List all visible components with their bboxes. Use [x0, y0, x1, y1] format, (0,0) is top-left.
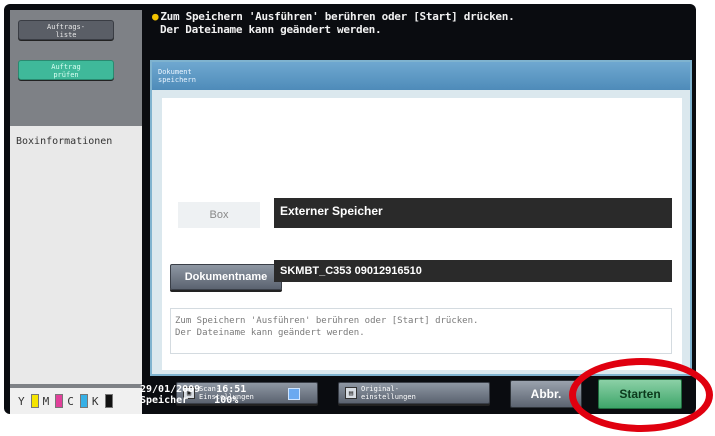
dialog-content: Box Externer Speicher Dokumentname SKMBT…	[162, 98, 682, 404]
original-settings-icon: ▤	[345, 387, 357, 399]
document-name-button[interactable]: Dokumentname	[170, 264, 282, 290]
info-message-line2: Der Dateiname kann geändert werden.	[175, 328, 365, 338]
toner-k-label: K	[91, 394, 99, 408]
memory-value: 100%	[214, 395, 239, 406]
box-info-panel[interactable]: Boxinformationen	[10, 126, 142, 384]
highlight-circle	[569, 358, 713, 432]
document-name-value: SKMBT_C353 09012916510	[274, 260, 672, 282]
job-list-button[interactable]: Auftrags- liste	[18, 20, 114, 40]
box-info-label: Boxinformationen	[16, 136, 113, 147]
box-value: Externer Speicher	[274, 198, 672, 228]
box-label: Box	[178, 202, 260, 228]
lightbulb-icon: ●	[152, 10, 159, 23]
original-settings-button[interactable]: ▤ Original- einstellungen	[338, 382, 490, 404]
job-check-button[interactable]: Auftrag prüfen	[18, 60, 114, 80]
device-screen: Auftrags- liste Auftrag prüfen Boxinform…	[4, 4, 696, 414]
header-message-line2: Der Dateiname kann geändert werden.	[160, 23, 382, 36]
header-message: ● Zum Speichern 'Ausführen' berühren oder…	[152, 10, 515, 36]
status-time: 16:51	[216, 384, 247, 395]
toner-c-label: C	[67, 394, 74, 408]
info-message-line1: Zum Speichern 'Ausführen' berühren oder …	[175, 316, 479, 326]
toner-k-bar	[104, 394, 113, 408]
dialog-title: Dokument speichern	[152, 62, 690, 90]
status-date: 29/01/2009	[140, 384, 201, 395]
network-icon	[288, 388, 300, 400]
original-settings-label: Original- einstellungen	[361, 385, 416, 401]
toner-y-bar	[30, 394, 39, 408]
toner-m-label: M	[42, 394, 50, 408]
sidebar: Auftrags- liste Auftrag prüfen Boxinform…	[10, 10, 142, 414]
toner-levels: Y M C K	[10, 388, 142, 414]
toner-c-bar	[79, 394, 88, 408]
info-message: Zum Speichern 'Ausführen' berühren oder …	[170, 308, 672, 354]
toner-m-bar	[55, 394, 64, 408]
save-document-dialog: Dokument speichern Box Externer Speicher…	[150, 60, 692, 404]
memory-label: Speicher	[140, 395, 189, 406]
toner-y-label: Y	[18, 394, 25, 408]
status-area: 29/01/2009 16:51 Speicher 100%	[140, 384, 246, 406]
header-message-line1: Zum Speichern 'Ausführen' berühren oder …	[160, 10, 515, 23]
